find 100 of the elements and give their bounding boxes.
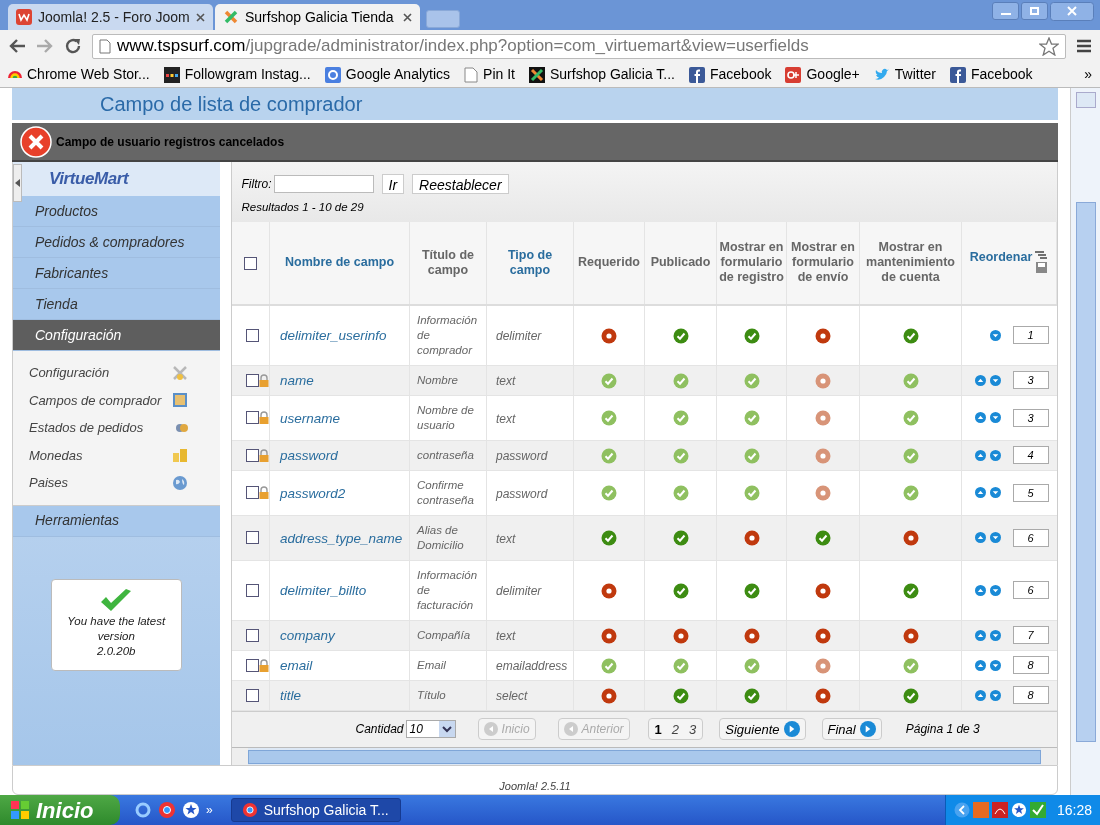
move-up-icon[interactable]	[974, 449, 986, 461]
address-field[interactable]: www.tspsurf.com/jupgrade/administrator/index.php?option=com_virtuemart&view=userfields	[92, 33, 1066, 59]
forward-arrow-icon[interactable]	[36, 38, 54, 54]
close-icon[interactable]	[403, 12, 412, 22]
bookmark-link[interactable]: Twitter	[873, 64, 937, 85]
sidebar-menu-item[interactable]: Productos	[13, 196, 220, 227]
sidebar-menu-item[interactable]: Pedidos & compradores	[13, 227, 220, 258]
page-number[interactable]: 2	[671, 719, 680, 740]
check-icon[interactable]	[672, 372, 689, 389]
column-header[interactable]: Reordenar	[969, 249, 1033, 265]
move-up-icon[interactable]	[974, 374, 986, 386]
save-order-icon[interactable]	[1034, 249, 1049, 276]
check-icon[interactable]	[743, 485, 760, 502]
sidebar-menu-item[interactable]: Configuración	[13, 320, 220, 351]
check-icon[interactable]	[743, 657, 760, 674]
check-icon[interactable]	[743, 447, 760, 464]
move-up-icon[interactable]	[974, 584, 986, 596]
row-checkbox[interactable]	[245, 531, 259, 545]
move-down-icon[interactable]	[989, 629, 1001, 641]
field-name-link[interactable]: address_type_name	[280, 530, 403, 546]
move-down-icon[interactable]	[989, 584, 1001, 596]
bookmark-link[interactable]: Facebook	[689, 64, 772, 85]
check-icon[interactable]	[902, 410, 919, 427]
field-name-link[interactable]: password2	[280, 485, 346, 501]
check-icon[interactable]	[672, 410, 689, 427]
check-icon[interactable]	[672, 687, 689, 704]
check-icon[interactable]	[672, 485, 689, 502]
bookmark-link[interactable]: Facebook	[950, 64, 1033, 85]
order-field[interactable]: 6	[1012, 528, 1049, 547]
row-checkbox[interactable]	[245, 658, 259, 672]
order-field[interactable]: 8	[1012, 686, 1049, 705]
column-header[interactable]: Tipo de campo	[489, 247, 571, 278]
submenu-link[interactable]: Paises	[29, 473, 69, 493]
check-icon[interactable]	[601, 657, 617, 674]
move-up-icon[interactable]	[974, 659, 986, 671]
check-icon[interactable]	[743, 582, 760, 599]
order-field[interactable]: 7	[1012, 626, 1049, 645]
check-icon[interactable]	[815, 530, 831, 547]
horizontal-scrollbar[interactable]	[231, 747, 1057, 765]
star-circle-icon[interactable]	[1010, 802, 1027, 818]
check-icon[interactable]	[672, 447, 689, 464]
check-icon[interactable]	[601, 410, 617, 427]
row-checkbox[interactable]	[245, 411, 259, 425]
minimize-button[interactable]	[992, 2, 1019, 20]
check-icon[interactable]	[902, 582, 919, 599]
limit-select[interactable]: 10	[405, 720, 456, 739]
bookmark-link[interactable]: Surfshop Galicia T...	[528, 64, 675, 85]
move-down-icon[interactable]	[989, 689, 1001, 701]
field-name-link[interactable]: email	[280, 658, 313, 674]
check-icon[interactable]	[902, 657, 919, 674]
filter-field[interactable]	[273, 175, 374, 193]
check-icon[interactable]	[743, 372, 760, 389]
check-icon[interactable]	[672, 327, 689, 344]
order-field[interactable]: 3	[1012, 408, 1049, 427]
page-number[interactable]: 1	[654, 719, 662, 740]
row-checkbox[interactable]	[245, 628, 259, 642]
reload-icon[interactable]	[64, 37, 82, 55]
check-icon[interactable]	[743, 410, 760, 427]
submenu-link[interactable]: Estados de pedidos	[29, 418, 144, 438]
taskbar-button[interactable]: Surfshop Galicia T...	[230, 798, 401, 822]
move-up-icon[interactable]	[974, 487, 986, 499]
move-down-icon[interactable]	[989, 449, 1001, 461]
bookmark-link[interactable]: Followgram Instag...	[163, 64, 311, 85]
collapse-arrow-icon[interactable]	[15, 179, 20, 187]
bookmark-link[interactable]: Google+	[785, 64, 860, 85]
field-name-link[interactable]: username	[280, 410, 341, 426]
tray-check-icon[interactable]	[1029, 802, 1046, 818]
field-name-link[interactable]: company	[280, 628, 335, 644]
row-checkbox[interactable]	[245, 373, 259, 387]
move-down-icon[interactable]	[989, 329, 1001, 341]
bookmark-link[interactable]: Chrome Web Stor...	[8, 64, 150, 85]
move-up-icon[interactable]	[974, 689, 986, 701]
start-button[interactable]: Inicio	[0, 795, 120, 825]
browser-e-icon[interactable]	[134, 801, 152, 819]
sidebar-menu-item[interactable]: Fabricantes	[13, 258, 220, 289]
pdf-icon[interactable]	[991, 802, 1008, 818]
close-button[interactable]	[1050, 2, 1094, 22]
move-up-icon[interactable]	[974, 412, 986, 424]
browser-tab[interactable]: Surfshop Galicia Tienda	[215, 4, 420, 30]
check-icon[interactable]	[902, 447, 919, 464]
move-down-icon[interactable]	[989, 487, 1001, 499]
check-icon[interactable]	[743, 327, 760, 344]
menu-icon[interactable]	[1076, 39, 1092, 53]
check-icon[interactable]	[672, 657, 689, 674]
chrome-icon[interactable]	[158, 801, 176, 819]
filter-button[interactable]: Ir	[381, 174, 405, 194]
order-field[interactable]: 4	[1012, 446, 1049, 465]
collapse-tab[interactable]	[13, 164, 22, 202]
bookmark-link[interactable]: Google Analytics	[324, 64, 451, 85]
row-checkbox[interactable]	[245, 583, 259, 597]
submenu-link[interactable]: Campos de comprador	[29, 390, 162, 410]
order-field[interactable]: 8	[1012, 656, 1049, 675]
check-icon[interactable]	[601, 530, 617, 547]
move-down-icon[interactable]	[989, 374, 1001, 386]
check-icon[interactable]	[902, 485, 919, 502]
check-icon[interactable]	[601, 485, 617, 502]
order-field[interactable]: 3	[1012, 371, 1049, 390]
chevron-left-icon[interactable]	[953, 802, 970, 818]
check-icon[interactable]	[902, 372, 919, 389]
row-checkbox[interactable]	[245, 328, 259, 342]
